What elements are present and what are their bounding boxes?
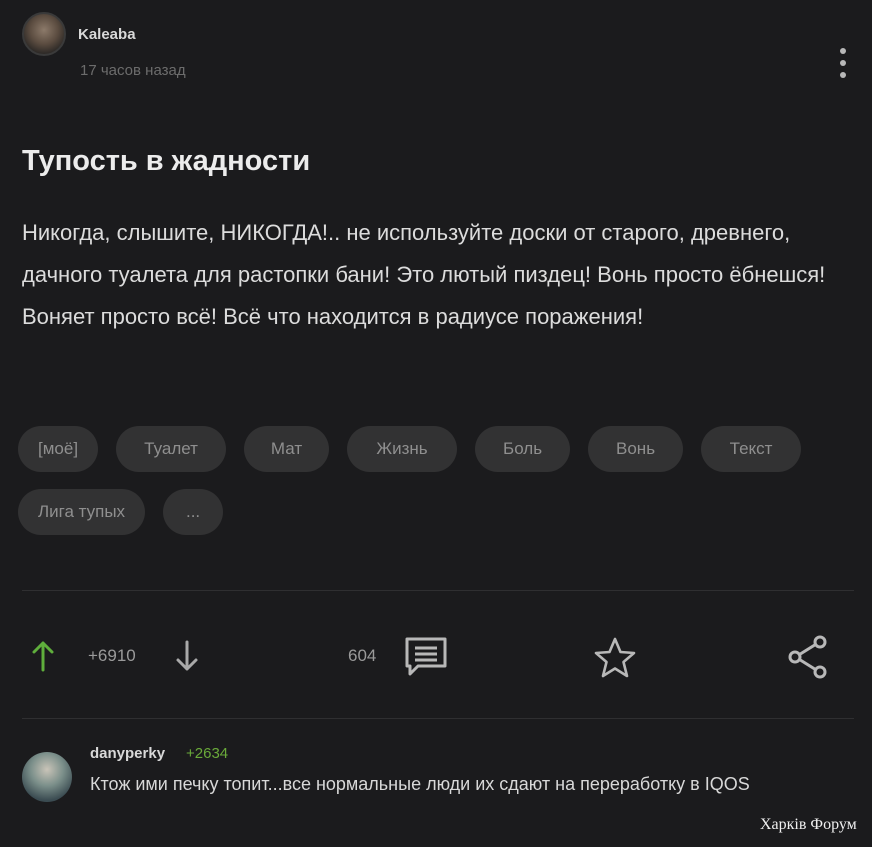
action-bar: +6910 604 (0, 620, 872, 692)
author-avatar[interactable] (22, 12, 66, 56)
comment-rating: +2634 (186, 745, 229, 762)
tag-stink[interactable]: Вонь (588, 426, 684, 472)
tag-text[interactable]: Текст (701, 426, 802, 472)
tag-mat[interactable]: Мат (244, 426, 330, 472)
bookmark-star-icon[interactable] (592, 636, 638, 680)
post-rating: +6910 (88, 646, 136, 665)
comments-count: 604 (348, 646, 377, 665)
watermark: Харків Форум (760, 816, 857, 833)
tag-stupid-league[interactable]: Лига тупых (18, 489, 146, 535)
tag-toilet[interactable]: Туалет (116, 426, 227, 472)
comment-icon[interactable] (404, 636, 448, 676)
tag-pain[interactable]: Боль (475, 426, 571, 472)
tag-moe[interactable]: [моё] (18, 426, 99, 472)
divider-bottom (22, 718, 854, 719)
comment-text: Ктож ими печку топит...все нормальные лю… (90, 774, 750, 794)
upvote-icon[interactable] (30, 640, 56, 672)
post-body: Никогда, слышите, НИКОГДА!.. не использу… (22, 220, 826, 329)
share-icon[interactable] (786, 634, 830, 680)
tag-list: [моё] Туалет Мат Жизнь Боль Вонь Текст Л… (18, 426, 838, 535)
tag-more[interactable]: ... (163, 489, 224, 535)
post-title[interactable]: Тупость в жадности (22, 145, 310, 178)
downvote-icon[interactable] (174, 640, 200, 672)
tag-life[interactable]: Жизнь (347, 426, 458, 472)
post-time: 17 часов назад (80, 62, 186, 79)
commenter-name[interactable]: danyperky (90, 745, 165, 762)
commenter-avatar[interactable] (22, 752, 72, 802)
more-options-icon[interactable] (840, 48, 848, 78)
author-name[interactable]: Kaleaba (78, 26, 136, 43)
divider-top (22, 590, 854, 591)
